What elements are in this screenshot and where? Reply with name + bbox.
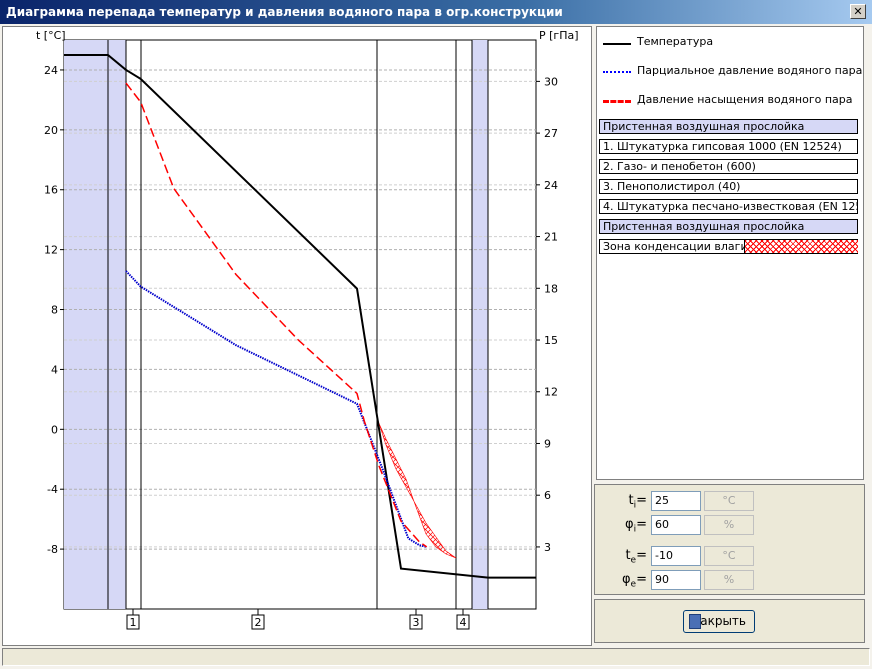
legend-label: Парциальное давление водяного пара — [637, 64, 863, 77]
dotted-line-icon — [603, 71, 631, 73]
close-window-icon[interactable]: ✕ — [850, 4, 866, 19]
condensation-label: Зона конденсации влаги -> — [603, 240, 765, 253]
right-tick-label: 21 — [544, 231, 558, 244]
right-tick-label: 6 — [544, 489, 551, 502]
te-label: te= — [625, 548, 647, 566]
right-tick-label: 24 — [544, 179, 558, 192]
phie-input[interactable]: 90 — [651, 570, 701, 590]
legend-label: Давление насыщения водяного пара — [637, 93, 853, 106]
window-titlebar: Диаграмма перепада температур и давления… — [0, 0, 872, 24]
left-tick-label: 12 — [44, 244, 58, 257]
layer-item: 3. Пенополистирол (40) — [599, 179, 858, 194]
legend-panel: Температура Парциальное давление водяног… — [596, 26, 864, 480]
layer-item: Пристенная воздушная прослойка — [599, 219, 858, 234]
door-icon — [689, 614, 701, 629]
plot-area — [63, 39, 537, 610]
layer-item: 2. Газо- и пенобетон (600) — [599, 159, 858, 174]
layer-labels: 1 2 3 4 — [126, 609, 470, 630]
params-panel: ti= 25 °C φi= 60 % te= -10 °C φe= 90 % — [594, 484, 865, 595]
layer-label: 1 — [130, 616, 137, 629]
right-tick-label: 18 — [544, 282, 558, 295]
condensation-legend: Зона конденсации влаги -> — [599, 239, 858, 254]
ti-unit: °C — [704, 491, 754, 511]
phie-unit: % — [704, 570, 754, 590]
phii-unit: % — [704, 515, 754, 535]
left-tick-label: -4 — [47, 483, 58, 496]
window-title: Диаграмма перепада температур и давления… — [6, 5, 563, 19]
dashed-line-icon — [603, 100, 631, 103]
status-bar — [2, 648, 870, 666]
left-axis-label: t [°C] — [36, 29, 66, 42]
layer-label: 4 — [460, 616, 467, 629]
solid-line-icon — [603, 43, 631, 45]
left-tick-label: 0 — [51, 423, 58, 436]
legend-label: Температура — [637, 35, 714, 48]
right-tick-label: 15 — [544, 334, 558, 347]
layer-item: 1. Штукатурка гипсовая 1000 (EN 12524) — [599, 139, 858, 154]
layer-label: 2 — [255, 616, 262, 629]
layer-item: Пристенная воздушная прослойка — [599, 119, 858, 134]
inner-air-layer — [64, 40, 108, 609]
right-tick-label: 30 — [544, 75, 558, 88]
chart-panel: 24 20 16 12 8 4 0 -4 -8 30 27 24 21 18 15 12 9 6 3 t [°C] P … — [2, 26, 592, 646]
right-tick-label: 9 — [544, 437, 551, 450]
ti-label: ti= — [628, 493, 647, 511]
left-tick-label: 4 — [51, 363, 58, 376]
ti-input[interactable]: 25 — [651, 491, 701, 511]
left-tick-label: 16 — [44, 184, 58, 197]
layer-1-band — [108, 40, 126, 609]
temperature-pressure-chart: 24201612840-4-830272421181512963t [°C] P … — [36, 29, 579, 630]
left-tick-label: 8 — [51, 304, 58, 317]
close-button[interactable]: Закрыть — [683, 610, 755, 633]
layer-item: 4. Штукатурка песчано-известковая (EN 12… — [599, 199, 858, 214]
left-tick-label: -8 — [47, 543, 58, 556]
layer-label: 3 — [413, 616, 420, 629]
hatch-swatch-icon — [744, 240, 858, 253]
left-tick-label: 20 — [44, 124, 58, 137]
phii-label: φi= — [625, 517, 647, 535]
button-panel: Закрыть — [594, 599, 865, 643]
phie-label: φe= — [621, 572, 647, 590]
right-tick-label: 27 — [544, 127, 558, 140]
right-tick-label: 12 — [544, 386, 558, 399]
phii-input[interactable]: 60 — [651, 515, 701, 535]
te-input[interactable]: -10 — [651, 546, 701, 566]
left-tick-label: 24 — [44, 64, 58, 77]
right-axis-label: P [гПа] — [539, 29, 579, 42]
te-unit: °C — [704, 546, 754, 566]
right-tick-label: 3 — [544, 541, 551, 554]
outer-air-layer — [472, 40, 488, 609]
